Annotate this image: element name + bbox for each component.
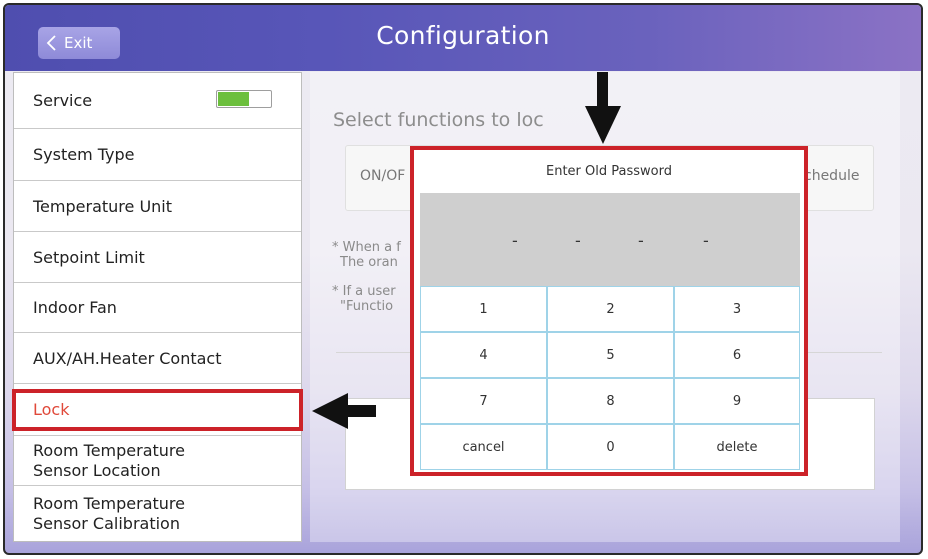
key-5[interactable]: 5 xyxy=(547,332,674,378)
sidebar-item-service[interactable]: Service xyxy=(14,73,301,129)
note-2: * If a user "Functio xyxy=(332,284,396,314)
arrow-down-icon xyxy=(585,72,621,144)
sidebar-item-room-temp-location[interactable]: Room Temperature Sensor Location xyxy=(14,436,301,486)
sidebar-item-label: Room Temperature Sensor Calibration xyxy=(33,494,185,534)
service-toggle[interactable] xyxy=(216,90,272,108)
label-line-2: Sensor Location xyxy=(33,460,161,480)
key-0[interactable]: 0 xyxy=(547,424,674,470)
arrow-left-icon xyxy=(312,393,376,429)
sidebar-menu: Service System Type Temperature Unit Set… xyxy=(13,72,302,542)
note-1: * When a f The oran xyxy=(332,240,401,270)
sidebar-item-aux-heater[interactable]: AUX/AH.Heater Contact xyxy=(14,333,301,384)
sidebar-item-label: Room Temperature Sensor Location xyxy=(33,441,185,481)
title-bar: Exit Configuration xyxy=(5,5,921,71)
page-title: Configuration xyxy=(376,21,550,50)
label-line-1: Room Temperature xyxy=(33,440,185,460)
password-digit-2: - xyxy=(575,231,581,250)
sidebar-item-label: System Type xyxy=(33,145,135,164)
password-display xyxy=(420,193,800,286)
sidebar-item-label: Service xyxy=(33,91,93,110)
sidebar-item-indoor-fan[interactable]: Indoor Fan xyxy=(14,283,301,333)
sidebar-item-system-type[interactable]: System Type xyxy=(14,129,301,181)
function-on-off[interactable]: ON/OF xyxy=(360,168,405,184)
note-2-line-1: * If a user xyxy=(332,284,396,299)
note-2-line-2: "Functio xyxy=(340,299,394,314)
keypad: 1 2 3 4 5 6 7 8 9 cancel 0 delete xyxy=(420,286,800,470)
label-line-2: Sensor Calibration xyxy=(33,513,180,533)
password-digit-3: - xyxy=(638,231,644,250)
sidebar-item-temperature-unit[interactable]: Temperature Unit xyxy=(14,181,301,232)
sidebar-item-label: Setpoint Limit xyxy=(33,247,145,267)
key-3[interactable]: 3 xyxy=(674,286,800,332)
password-digit-4: - xyxy=(703,231,709,250)
sidebar-item-room-temp-calibration[interactable]: Room Temperature Sensor Calibration xyxy=(14,486,301,541)
sidebar-item-label: AUX/AH.Heater Contact xyxy=(33,348,222,368)
label-line-1: Room Temperature xyxy=(33,493,185,513)
key-9[interactable]: 9 xyxy=(674,378,800,424)
key-4[interactable]: 4 xyxy=(420,332,547,378)
note-1-line-2: The oran xyxy=(340,255,398,270)
select-functions-title: Select functions to loc xyxy=(333,109,544,131)
note-1-line-1: * When a f xyxy=(332,240,401,255)
password-digit-1: - xyxy=(512,231,518,250)
delete-button[interactable]: delete xyxy=(674,424,800,470)
key-1[interactable]: 1 xyxy=(420,286,547,332)
key-8[interactable]: 8 xyxy=(547,378,674,424)
key-2[interactable]: 2 xyxy=(547,286,674,332)
sidebar-item-label: Temperature Unit xyxy=(33,196,173,216)
function-schedule[interactable]: chedule xyxy=(804,168,859,184)
dialog-title: Enter Old Password xyxy=(546,164,672,179)
toggle-on-indicator xyxy=(218,92,249,106)
sidebar-item-label: Indoor Fan xyxy=(33,298,117,317)
key-7[interactable]: 7 xyxy=(420,378,547,424)
lock-highlight-box xyxy=(12,389,303,431)
key-6[interactable]: 6 xyxy=(674,332,800,378)
sidebar-item-setpoint-limit[interactable]: Setpoint Limit xyxy=(14,232,301,283)
cancel-button[interactable]: cancel xyxy=(420,424,547,470)
